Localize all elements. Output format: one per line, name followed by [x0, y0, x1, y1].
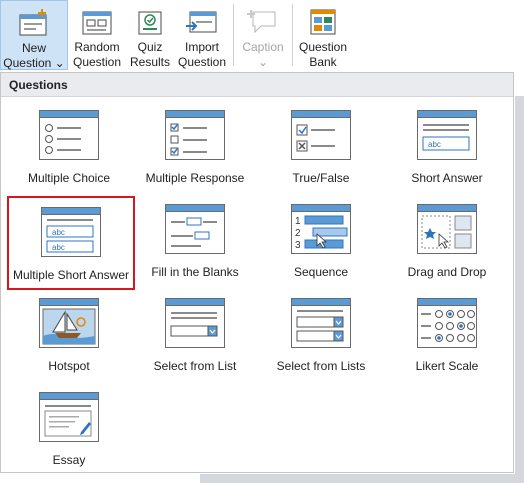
- question-type-dropdown: Questions Multiple Choice Multiple Respo…: [0, 72, 514, 473]
- multiple-choice-icon: [39, 110, 99, 160]
- tile-true-false[interactable]: True/False: [258, 100, 384, 192]
- tile-label: Short Answer: [411, 171, 483, 185]
- sequence-number-3: 3: [295, 240, 301, 251]
- import-question-label: Import: [184, 40, 219, 54]
- tile-label: Multiple Choice: [27, 171, 111, 185]
- tile-label: Sequence: [293, 265, 349, 279]
- random-question-label-2: Question: [72, 55, 122, 69]
- true-false-icon: [291, 110, 351, 160]
- tile-label: Multiple Response: [145, 171, 245, 185]
- tile-label: Multiple Short Answer: [12, 268, 130, 282]
- background-area-bottom: [200, 474, 524, 483]
- ribbon-toolbar: New Question ⌄ Random Question Quiz Resu…: [0, 0, 524, 72]
- likert-scale-icon: [417, 298, 477, 348]
- multiple-short-answer-icon: abc abc: [41, 207, 101, 257]
- sequence-number-2: 2: [295, 228, 301, 239]
- tile-label: Drag and Drop: [407, 265, 487, 279]
- question-bank-button[interactable]: Question Bank: [295, 0, 351, 70]
- caption-button[interactable]: Caption ⌄: [236, 0, 290, 70]
- tile-label: Fill in the Blanks: [151, 265, 239, 279]
- field-1-text: abc: [52, 228, 65, 237]
- tile-label: Hotspot: [48, 359, 90, 373]
- short-answer-icon: abc: [417, 110, 477, 160]
- question-bank-label: Question: [298, 40, 348, 54]
- ribbon-separator: [233, 4, 234, 66]
- new-question-label: New: [21, 41, 46, 55]
- quiz-results-label-2: Results: [129, 55, 170, 69]
- tile-essay[interactable]: Essay: [6, 382, 132, 474]
- multiple-response-icon: [165, 110, 225, 160]
- tile-label: Likert Scale: [415, 359, 479, 373]
- new-question-button[interactable]: New Question ⌄: [0, 0, 68, 70]
- random-question-label: Random: [74, 40, 120, 54]
- tile-hotspot[interactable]: Hotspot: [6, 288, 132, 380]
- quiz-results-button[interactable]: Quiz Results: [126, 0, 174, 70]
- short-answer-field-text: abc: [428, 140, 441, 149]
- background-area: [515, 96, 524, 483]
- caption-label: Caption: [242, 40, 284, 54]
- tile-multiple-choice[interactable]: Multiple Choice: [6, 100, 132, 192]
- panel-header: Questions: [1, 73, 513, 97]
- new-question-label-2: Question ⌄: [3, 56, 65, 70]
- tile-select-from-lists[interactable]: Select from Lists: [258, 288, 384, 380]
- question-bank-label-2: Bank: [309, 55, 337, 69]
- hotspot-icon: [39, 298, 99, 348]
- random-question-icon: [82, 11, 112, 35]
- tile-label: True/False: [292, 171, 350, 185]
- field-2-text: abc: [52, 243, 65, 252]
- tile-label: Essay: [52, 453, 86, 467]
- import-question-button[interactable]: Import Question: [175, 0, 229, 70]
- tile-likert-scale[interactable]: Likert Scale: [384, 288, 510, 380]
- essay-icon: [39, 392, 99, 442]
- tile-multiple-response[interactable]: Multiple Response: [132, 100, 258, 192]
- import-question-icon: [186, 11, 217, 33]
- tile-short-answer[interactable]: abc Short Answer: [384, 100, 510, 192]
- sequence-number-1: 1: [295, 216, 301, 227]
- tile-drag-and-drop[interactable]: Drag and Drop: [384, 194, 510, 286]
- tile-sequence[interactable]: 1 2 3 Sequence: [258, 194, 384, 286]
- fill-in-blanks-icon: [165, 204, 225, 254]
- sequence-icon: 1 2 3: [291, 204, 351, 254]
- tile-select-from-list[interactable]: Select from List: [132, 288, 258, 380]
- drag-and-drop-icon: [417, 204, 477, 254]
- caption-dropdown-chevron: ⌄: [257, 55, 269, 69]
- quiz-results-label: Quiz: [137, 40, 163, 54]
- import-question-label-2: Question: [177, 55, 227, 69]
- quiz-results-icon: [138, 11, 162, 35]
- tile-multiple-short-answer[interactable]: abc abc Multiple Short Answer: [7, 196, 135, 290]
- tile-label: Select from Lists: [276, 359, 366, 373]
- new-question-icon: [19, 9, 47, 36]
- tile-label: Select from List: [153, 359, 237, 373]
- select-from-lists-icon: [291, 298, 351, 348]
- question-bank-icon: [310, 9, 336, 35]
- select-from-list-icon: [165, 298, 225, 348]
- tile-fill-in-the-blanks[interactable]: Fill in the Blanks: [132, 194, 258, 286]
- ribbon-separator-2: [292, 4, 293, 66]
- caption-icon: [247, 10, 276, 34]
- random-question-button[interactable]: Random Question: [69, 0, 125, 70]
